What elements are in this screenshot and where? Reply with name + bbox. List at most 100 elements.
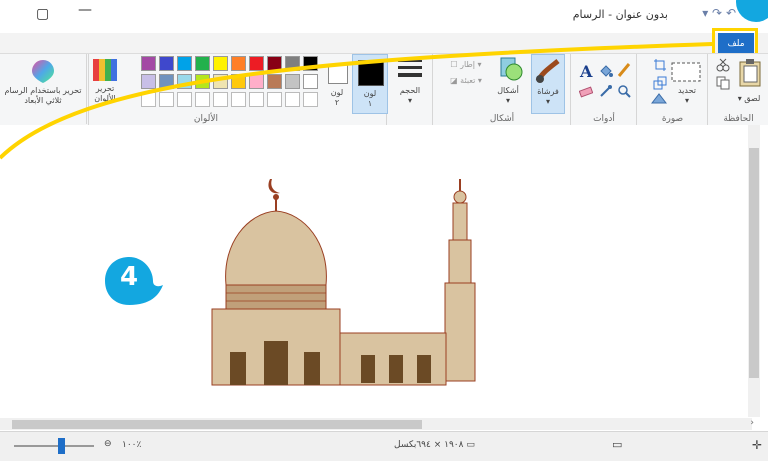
color2-label: لون ٢ xyxy=(330,88,344,107)
palette-swatch[interactable] xyxy=(141,74,156,89)
color-picker-icon[interactable] xyxy=(599,84,613,98)
zoom-out-icon[interactable]: ⊖ xyxy=(104,439,112,449)
palette-swatch[interactable] xyxy=(231,74,246,89)
paint3d-icon xyxy=(32,60,54,83)
color2-button[interactable]: لون ٢ xyxy=(322,54,352,112)
shapes-group: فرشاة ▾ أشكال ▾ ▾ إطار ☐ ▾ تعبئة ◪ أشكال xyxy=(432,54,571,126)
outline-button[interactable]: ▾ إطار ☐ xyxy=(439,60,493,70)
undo-icon[interactable]: ↶ xyxy=(726,6,736,20)
palette-swatch[interactable] xyxy=(177,74,192,89)
paste-icon[interactable] xyxy=(738,58,762,88)
shapes-icon[interactable] xyxy=(497,56,523,84)
step-badge-number: 4 xyxy=(119,262,139,292)
palette-swatch[interactable] xyxy=(213,56,228,71)
tools-group-label: أدوات xyxy=(593,114,615,124)
color1-button[interactable]: لون ١ xyxy=(352,54,388,114)
custom-color-slot[interactable] xyxy=(213,92,228,107)
rotate-icon[interactable] xyxy=(651,92,667,104)
customize-qat-icon[interactable]: ▾ xyxy=(702,6,708,20)
custom-color-slot[interactable] xyxy=(249,92,264,107)
palette-swatch[interactable] xyxy=(303,56,318,71)
redo-icon[interactable]: ↷ xyxy=(712,6,722,20)
zoom-slider-thumb[interactable] xyxy=(58,438,65,454)
tools-group: A أدوات xyxy=(570,54,637,126)
shapes-group-label: أشكال xyxy=(489,114,515,124)
status-bar: ⊖ ١٠٠٪ ١٩٠٨ × ٦٩٤بكسل ▭ ▭ ✛ xyxy=(0,431,768,461)
brushes-label: فرشاة ▾ xyxy=(537,87,559,106)
fill-icon[interactable] xyxy=(599,64,613,78)
quick-access-toolbar[interactable]: ▾ ↷ ↶ xyxy=(702,6,736,20)
palette-swatch[interactable] xyxy=(213,74,228,89)
palette-swatch[interactable] xyxy=(195,74,210,89)
image-group-label: صورة xyxy=(661,114,684,124)
svg-text:A: A xyxy=(579,62,593,80)
palette-swatch[interactable] xyxy=(303,74,318,89)
select-label[interactable]: تحديد ▾ xyxy=(671,86,703,106)
edit-colors-label: تحرير الألوان xyxy=(94,84,116,103)
pencil-icon[interactable] xyxy=(617,62,631,78)
fill-button[interactable]: ▾ تعبئة ◪ xyxy=(439,76,493,86)
minimize-button[interactable]: — xyxy=(78,2,92,18)
custom-color-slot[interactable] xyxy=(195,92,210,107)
palette-swatch[interactable] xyxy=(285,74,300,89)
size-group: الحجم ▾ xyxy=(386,54,433,126)
resize-icon[interactable] xyxy=(653,76,667,90)
palette-swatch[interactable] xyxy=(195,56,210,71)
palette-swatch[interactable] xyxy=(285,56,300,71)
window-title: بدون عنوان - الرسام xyxy=(572,8,668,21)
canvas-size-icon: ▭ xyxy=(466,440,475,450)
zoom-slider-track[interactable] xyxy=(14,445,94,447)
color1-swatch xyxy=(358,60,384,86)
cursor-position-icon: ✛ xyxy=(752,438,763,452)
palette-swatch[interactable] xyxy=(141,56,156,71)
eraser-icon[interactable] xyxy=(579,86,593,98)
paste-label[interactable]: لصق ▾ xyxy=(732,94,766,104)
vertical-scroll-thumb[interactable] xyxy=(749,148,759,378)
color-palette xyxy=(125,56,321,110)
custom-color-slot[interactable] xyxy=(285,92,300,107)
palette-swatch[interactable] xyxy=(159,56,174,71)
image-group: تحديد ▾ صورة xyxy=(636,54,708,126)
size-label[interactable]: الحجم ▾ xyxy=(393,86,427,106)
scroll-right-arrow[interactable]: › xyxy=(750,418,754,428)
clipboard-group-label: الحافظة xyxy=(723,114,754,124)
custom-color-slot[interactable] xyxy=(303,92,318,107)
select-icon[interactable] xyxy=(671,62,701,82)
custom-color-slot[interactable] xyxy=(177,92,192,107)
paint3d-button[interactable]: تحرير باستخدام الرسام ثلاثي الأبعاد xyxy=(0,54,87,124)
shapes-label[interactable]: أشكال ▾ xyxy=(493,86,523,106)
horizontal-scroll-thumb[interactable] xyxy=(12,420,422,429)
ribbon: لصق ▾ الحافظة تحديد ▾ صورة A أدوات فرشاة… xyxy=(0,53,768,127)
custom-color-slot[interactable] xyxy=(159,92,174,107)
brush-icon xyxy=(535,59,560,83)
crop-icon[interactable] xyxy=(653,58,667,72)
palette-swatch[interactable] xyxy=(177,56,192,71)
selection-size-icon: ▭ xyxy=(612,438,623,451)
colors-group-label: الألوان xyxy=(193,114,219,124)
edit-colors-button[interactable]: تحرير الألوان xyxy=(88,54,122,112)
palette-swatch[interactable] xyxy=(249,56,264,71)
cut-icon[interactable] xyxy=(716,58,730,72)
palette-swatch[interactable] xyxy=(231,56,246,71)
magnifier-icon[interactable] xyxy=(617,84,631,98)
canvas-size: ١٩٠٨ × ٦٩٤بكسل ▭ xyxy=(394,440,475,450)
color-wheel-icon xyxy=(93,59,117,81)
title-bar: ▢ — بدون عنوان - الرسام ▾ ↷ ↶ xyxy=(0,0,768,33)
restore-button[interactable]: ▢ xyxy=(36,6,49,22)
ribbon-tabs xyxy=(0,33,768,53)
color2-swatch xyxy=(328,64,348,84)
clipboard-group: لصق ▾ الحافظة xyxy=(707,54,768,126)
size-icon[interactable] xyxy=(397,58,423,82)
palette-swatch[interactable] xyxy=(267,56,282,71)
custom-color-slot[interactable] xyxy=(267,92,282,107)
custom-color-slot[interactable] xyxy=(231,92,246,107)
text-icon[interactable]: A xyxy=(579,62,595,80)
color1-label: لون ١ xyxy=(363,89,377,108)
palette-swatch[interactable] xyxy=(159,74,174,89)
palette-swatch[interactable] xyxy=(267,74,282,89)
zoom-level: ١٠٠٪ xyxy=(122,440,142,450)
brushes-button[interactable]: فرشاة ▾ xyxy=(531,54,565,114)
palette-swatch[interactable] xyxy=(249,74,264,89)
copy-icon[interactable] xyxy=(716,76,730,90)
custom-color-slot[interactable] xyxy=(141,92,156,107)
